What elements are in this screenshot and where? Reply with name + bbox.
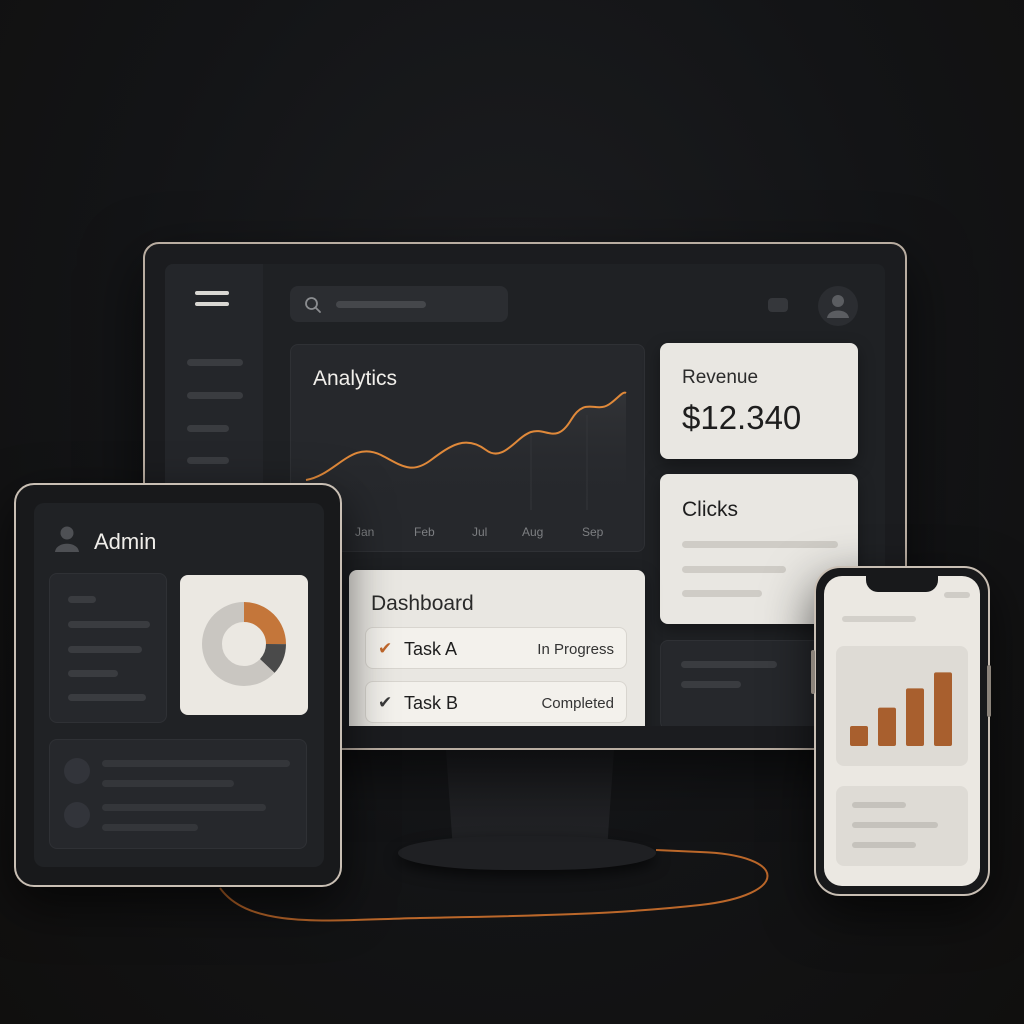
placeholder-line <box>682 541 838 548</box>
placeholder-line <box>102 780 234 787</box>
placeholder-line <box>682 566 786 573</box>
placeholder-line <box>852 802 906 808</box>
task-name: Task B <box>404 693 459 713</box>
monitor-stand-neck <box>446 750 614 846</box>
analytics-panel: Analytics Jan Feb Jul Aug Sep <box>290 344 645 552</box>
placeholder-line <box>842 616 916 622</box>
placeholder-line <box>68 694 146 701</box>
task-row[interactable]: ✔ Task A In Progress <box>365 627 627 669</box>
phone-bar-chart <box>850 672 952 746</box>
search-icon <box>305 297 321 313</box>
donut-chart <box>202 602 286 686</box>
sidebar-item[interactable] <box>187 359 243 366</box>
placeholder-line <box>681 681 741 688</box>
placeholder-line <box>68 670 118 677</box>
user-icon <box>827 295 849 318</box>
revenue-card[interactable]: Revenue $12.340 <box>660 343 858 459</box>
phone-bar <box>906 688 924 746</box>
placeholder-line <box>102 824 198 831</box>
admin-label: Admin <box>94 529 157 554</box>
month-label: Jan <box>355 525 375 539</box>
placeholder-line <box>681 661 777 668</box>
sidebar-item[interactable] <box>187 392 243 399</box>
placeholder-line <box>852 842 916 848</box>
month-label: Jul <box>472 525 488 539</box>
clicks-title: Clicks <box>682 498 738 521</box>
sidebar-item[interactable] <box>187 425 229 432</box>
placeholder-line <box>68 646 142 653</box>
month-label: Sep <box>582 525 604 539</box>
placeholder-line <box>68 596 96 603</box>
phone-bar <box>934 672 952 746</box>
placeholder-line <box>682 590 762 597</box>
avatar <box>64 802 90 828</box>
check-icon: ✔ <box>378 639 393 658</box>
placeholder-line <box>102 760 290 767</box>
placeholder-line <box>102 804 266 811</box>
phone-side-button <box>987 665 991 717</box>
sidebar-item[interactable] <box>187 457 229 464</box>
tablet-screen: Admin <box>34 503 324 867</box>
check-icon: ✔ <box>378 693 393 712</box>
task-status: Completed <box>541 695 614 712</box>
search-input[interactable] <box>290 286 508 322</box>
phone-bar <box>878 707 896 746</box>
avatar <box>64 758 90 784</box>
phone-side-button <box>811 650 815 694</box>
user-icon <box>55 526 79 552</box>
revenue-label: Revenue <box>682 367 759 388</box>
placeholder-line <box>852 822 938 828</box>
revenue-value: $12.340 <box>682 399 802 436</box>
analytics-line-chart <box>305 391 627 510</box>
monitor-stand-base <box>398 836 656 870</box>
phone-bar <box>850 726 868 746</box>
dashboard-card: Dashboard ✔ Task A In Progress ✔ Task B … <box>349 570 645 726</box>
dashboard-title: Dashboard <box>371 592 474 615</box>
search-placeholder-bar <box>336 301 426 308</box>
task-row[interactable]: ✔ Task B Completed <box>365 681 627 723</box>
status-bar-indicator <box>944 592 970 598</box>
donut-chart-card <box>180 575 308 715</box>
placeholder-line <box>68 621 150 628</box>
task-name: Task A <box>404 639 458 659</box>
tablet-list-panel <box>49 573 167 723</box>
phone-bar-chart-card <box>836 646 968 766</box>
phone-info-card <box>836 786 968 866</box>
task-status: In Progress <box>537 641 614 658</box>
avatar[interactable] <box>818 286 858 326</box>
hamburger-menu-icon[interactable] <box>195 291 229 309</box>
tablet-activity-panel <box>49 739 307 849</box>
phone-screen <box>824 576 980 886</box>
notification-icon[interactable] <box>768 298 788 312</box>
month-label: Feb <box>414 525 435 539</box>
month-label: Aug <box>522 525 544 539</box>
phone-notch <box>866 576 938 592</box>
